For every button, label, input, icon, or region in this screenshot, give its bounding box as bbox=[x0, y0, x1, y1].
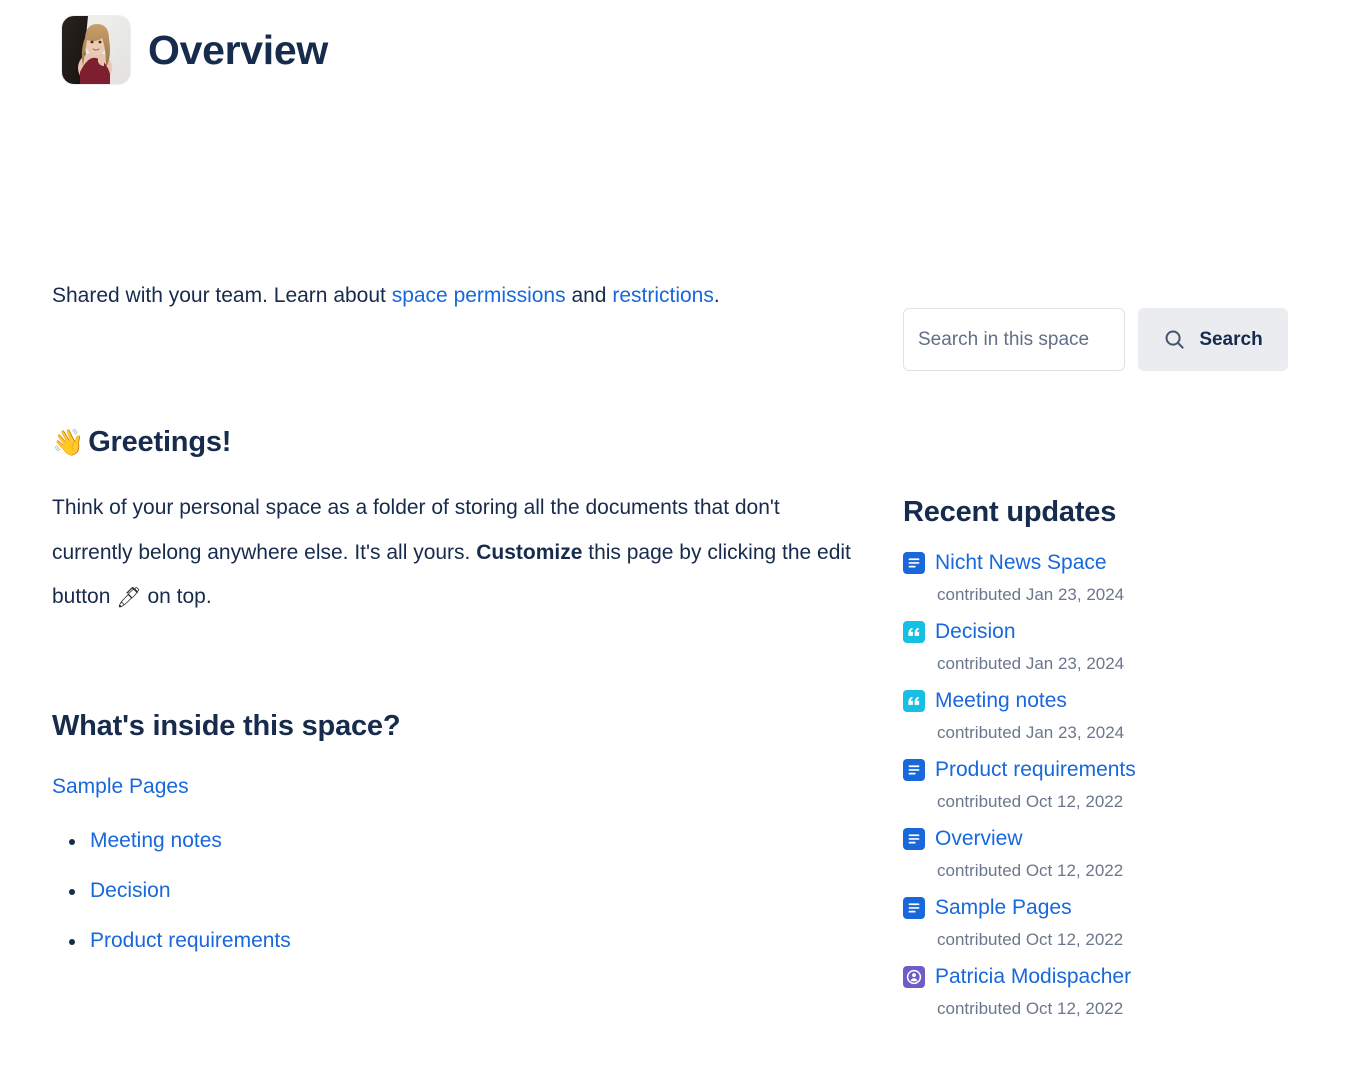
recent-update-link[interactable]: Overview bbox=[935, 825, 1023, 853]
space-search-row: Search bbox=[903, 308, 1303, 371]
intro-text-before: Shared with your team. Learn about bbox=[52, 284, 392, 307]
recent-update-meta: contributed Jan 23, 2024 bbox=[937, 585, 1125, 604]
recent-update-meta: contributed Jan 23, 2024 bbox=[937, 723, 1125, 742]
greetings-heading: 👋 Greetings! bbox=[52, 424, 852, 460]
waving-hand-icon: 👋 bbox=[52, 427, 85, 457]
recent-updates-list: Nicht News Space contributed Jan 23, 202… bbox=[903, 548, 1303, 1021]
child-page-link-product-requirements[interactable]: Product requirements bbox=[90, 929, 291, 952]
search-button[interactable]: Search bbox=[1138, 308, 1288, 371]
sample-pages-row: Sample Pages bbox=[52, 773, 852, 801]
space-sharing-notice: Shared with your team. Learn about space… bbox=[52, 274, 752, 318]
recent-update-meta: contributed Oct 12, 2022 bbox=[937, 999, 1124, 1018]
recent-update-link[interactable]: Meeting notes bbox=[935, 687, 1067, 715]
list-item: Decision contributed Jan 23, 2024 bbox=[903, 617, 1303, 676]
sample-pages-link[interactable]: Sample Pages bbox=[52, 775, 189, 798]
list-item: Product requirements bbox=[52, 927, 852, 955]
list-item: Overview contributed Oct 12, 2022 bbox=[903, 824, 1303, 883]
list-item: Patricia Modispacher contributed Oct 12,… bbox=[903, 962, 1303, 1021]
list-item: Decision bbox=[52, 877, 852, 905]
list-item: Product requirements contributed Oct 12,… bbox=[903, 755, 1303, 814]
page-icon bbox=[903, 897, 925, 919]
pencil-icon: 🖊 bbox=[116, 587, 142, 609]
page-icon bbox=[903, 552, 925, 574]
list-item: Meeting notes contributed Jan 23, 2024 bbox=[903, 686, 1303, 745]
whats-inside-heading: What's inside this space? bbox=[52, 709, 401, 742]
recent-update-row: Decision bbox=[903, 617, 1303, 647]
recent-update-row: Sample Pages bbox=[903, 893, 1303, 923]
recent-update-meta: contributed Jan 23, 2024 bbox=[937, 654, 1125, 673]
child-page-link-meeting-notes[interactable]: Meeting notes bbox=[90, 829, 222, 852]
person-icon bbox=[903, 966, 925, 988]
restrictions-link[interactable]: restrictions bbox=[612, 284, 714, 307]
list-item: Nicht News Space contributed Jan 23, 202… bbox=[903, 548, 1303, 607]
avatar[interactable] bbox=[62, 16, 130, 84]
recent-update-link[interactable]: Product requirements bbox=[935, 756, 1136, 784]
recent-updates-heading: Recent updates bbox=[903, 496, 1117, 528]
list-item: Meeting notes bbox=[52, 827, 852, 855]
recent-update-meta: contributed Oct 12, 2022 bbox=[937, 861, 1124, 880]
child-page-link-decision[interactable]: Decision bbox=[90, 879, 171, 902]
recent-update-link[interactable]: Patricia Modispacher bbox=[935, 963, 1131, 991]
list-item: Sample Pages contributed Oct 12, 2022 bbox=[903, 893, 1303, 952]
intro-text-middle: and bbox=[565, 284, 613, 307]
blog-quote-icon bbox=[903, 621, 925, 643]
child-page-list: Meeting notes Decision Product requireme… bbox=[52, 827, 852, 955]
space-permissions-link[interactable]: space permissions bbox=[392, 284, 566, 307]
intro-text-after: . bbox=[713, 284, 720, 307]
recent-update-meta: contributed Oct 12, 2022 bbox=[937, 792, 1124, 811]
main-column: Shared with your team. Learn about space… bbox=[52, 274, 852, 977]
recent-update-row: Patricia Modispacher bbox=[903, 962, 1303, 992]
recent-update-link[interactable]: Sample Pages bbox=[935, 894, 1072, 922]
avatar-photo-icon bbox=[62, 16, 130, 84]
search-button-label: Search bbox=[1199, 328, 1263, 350]
recent-update-row: Overview bbox=[903, 824, 1303, 854]
search-icon bbox=[1163, 328, 1186, 351]
search-input[interactable] bbox=[903, 308, 1125, 371]
greetings-body-part3: on top. bbox=[141, 585, 212, 608]
recent-update-row: Product requirements bbox=[903, 755, 1303, 785]
recent-update-link[interactable]: Nicht News Space bbox=[935, 549, 1107, 577]
recent-update-link[interactable]: Decision bbox=[935, 618, 1016, 646]
greetings-body: Think of your personal space as a folder… bbox=[52, 486, 852, 620]
page-title: Overview bbox=[148, 27, 328, 73]
side-column: Search Recent updates Nicht News Space c… bbox=[903, 308, 1303, 1031]
page-icon bbox=[903, 828, 925, 850]
page-header: Overview bbox=[0, 0, 1368, 84]
recent-update-row: Nicht News Space bbox=[903, 548, 1303, 578]
greetings-heading-label: Greetings! bbox=[88, 426, 232, 458]
page-icon bbox=[903, 759, 925, 781]
recent-update-meta: contributed Oct 12, 2022 bbox=[937, 930, 1124, 949]
greetings-body-bold: Customize bbox=[476, 540, 583, 564]
blog-quote-icon bbox=[903, 690, 925, 712]
recent-update-row: Meeting notes bbox=[903, 686, 1303, 716]
